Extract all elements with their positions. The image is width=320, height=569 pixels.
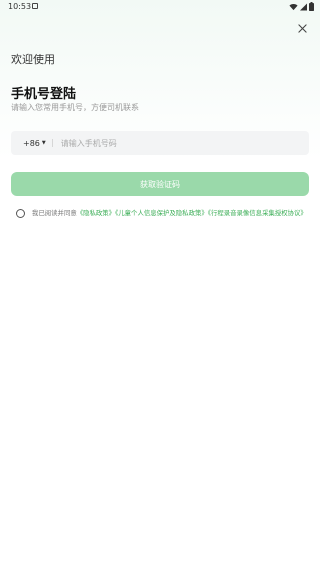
agreement-row: 我已阅读并同意《隐私政策》《儿童个人信息保护及隐私政策》《行程录音录像信息采集授… xyxy=(16,208,308,218)
get-verification-code-button[interactable]: 获取验证码 xyxy=(11,172,309,196)
signal-icon xyxy=(300,3,307,10)
children-privacy-link[interactable]: 《儿童个人信息保护及隐私政策》 xyxy=(115,209,208,217)
divider xyxy=(51,139,53,147)
close-icon xyxy=(297,23,307,33)
status-indicators xyxy=(289,2,314,11)
country-code-selector[interactable]: +86 ▼ xyxy=(23,139,46,148)
country-code-label: +86 xyxy=(23,138,40,148)
phone-input-group: +86 ▼ xyxy=(11,131,309,155)
agreement-prefix: 我已阅读并同意 xyxy=(32,209,77,217)
page-title: 手机号登陆 xyxy=(11,87,77,102)
close-button[interactable] xyxy=(294,20,310,36)
agreement-text: 我已阅读并同意《隐私政策》《儿童个人信息保护及隐私政策》《行程录音录像信息采集授… xyxy=(32,208,307,218)
notification-icon xyxy=(32,3,38,9)
privacy-policy-link[interactable]: 《隐私政策》 xyxy=(77,209,115,217)
page-subtitle: 请输入您常用手机号，方便司机联系 xyxy=(11,103,139,112)
dropdown-arrow-icon: ▼ xyxy=(41,140,46,146)
trip-recording-agreement-link[interactable]: 《行程录音录像信息采集授权协议》 xyxy=(208,209,307,217)
wifi-icon xyxy=(289,3,298,10)
phone-number-input[interactable] xyxy=(60,138,261,148)
battery-icon xyxy=(309,2,314,11)
status-time: 10:53 xyxy=(8,2,32,11)
welcome-text: 欢迎使用 xyxy=(11,53,55,66)
agreement-radio[interactable] xyxy=(16,209,25,218)
status-bar: 10:53 xyxy=(0,0,320,14)
